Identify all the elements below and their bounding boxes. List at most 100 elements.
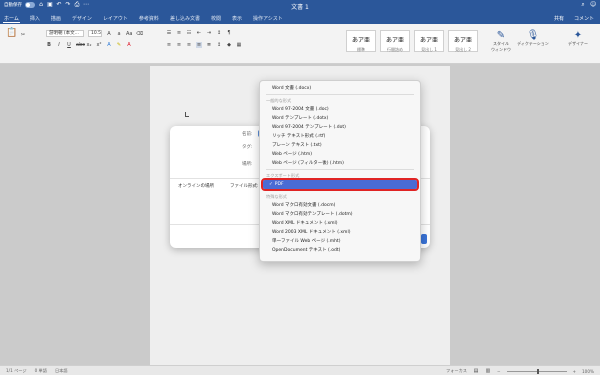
web-layout-icon[interactable]: ▥ — [485, 368, 491, 374]
tab-9[interactable]: 操作アシスト — [252, 15, 284, 23]
style-item[interactable]: あア亜 見出し 2 — [448, 30, 478, 52]
designer-button[interactable]: ✦ デザイナー — [560, 30, 596, 47]
font-size-select[interactable]: 10.5 — [88, 30, 102, 37]
menu-item[interactable]: Word テンプレート (.dotx) — [260, 114, 420, 123]
style-name: 見出し 1 — [421, 47, 437, 52]
style-item[interactable]: あア亜 標準 — [346, 30, 376, 52]
dictation-button[interactable]: 🎙 ディクテーション — [516, 30, 550, 47]
menu-item[interactable]: Word 文書 (.docx) — [260, 84, 420, 93]
align-right-icon[interactable]: ≡ — [186, 42, 192, 48]
menu-section-header: 特殊な形式 — [266, 194, 287, 199]
tab-3[interactable]: デザイン — [71, 15, 93, 23]
menu-item[interactable]: プレーン テキスト (.txt) — [260, 141, 420, 150]
tab-2[interactable]: 描画 — [50, 15, 62, 23]
tab-6[interactable]: 差し込み文書 — [169, 15, 201, 23]
menu-item[interactable]: リッチ テキスト形式 (.rtf) — [260, 132, 420, 141]
language-indicator[interactable]: 日本語 — [55, 368, 68, 374]
menu-item[interactable]: Web ページ (フィルター後) (.htm) — [260, 159, 420, 168]
sort-icon[interactable]: ↕ — [216, 30, 222, 36]
menu-item[interactable]: Word 97-2004 テンプレート (.dot) — [260, 123, 420, 132]
menu-item[interactable]: Word 2003 XML ドキュメント (.xml) — [260, 228, 420, 237]
menu-item[interactable]: Web ページ (.htm) — [260, 150, 420, 159]
grow-font-icon[interactable]: A — [106, 31, 112, 37]
cut-icon[interactable]: ✂ — [20, 32, 26, 38]
style-item[interactable]: あア亜 行間詰め — [380, 30, 410, 52]
superscript-icon[interactable]: x² — [96, 42, 102, 48]
borders-icon[interactable]: ▦ — [236, 42, 242, 48]
status-bar: 1/1 ページ 0 単語 日本語 フォーカス ▤ ▥ − + 100% — [0, 365, 600, 375]
menu-item[interactable]: Word XML ドキュメント (.xml) — [260, 219, 420, 228]
account-icon[interactable]: ☺ — [590, 2, 596, 8]
menu-separator — [266, 190, 414, 191]
decrease-indent-icon[interactable]: ⇤ — [196, 30, 202, 36]
align-center-icon[interactable]: ≡ — [176, 42, 182, 48]
menu-item[interactable]: OpenDocument テキスト (.odt) — [260, 246, 420, 255]
font-name-select[interactable]: 游明朝 (本文... — [46, 30, 84, 37]
strikethrough-icon[interactable]: abc — [76, 42, 85, 48]
menu-section-header: エクスポート形式 — [266, 173, 300, 178]
search-icon[interactable]: ⌕ — [580, 2, 586, 8]
distribute-icon[interactable]: ≣ — [206, 42, 212, 48]
line-spacing-icon[interactable]: ↕ — [216, 42, 222, 48]
title-bar: 自動保存 ⌂ ▣ ↶ ↷ ⎙ ⋯ 文書 1 ⌕ ☺ — [0, 0, 600, 12]
text-effects-icon[interactable]: A — [106, 42, 112, 48]
menu-section-header: 一般的な形式 — [266, 98, 292, 103]
justify-icon[interactable]: ≡ — [196, 42, 202, 48]
underline-icon[interactable]: U — [66, 42, 72, 48]
menu-item[interactable]: 単一ファイル Web ページ (.mht) — [260, 237, 420, 246]
align-left-icon[interactable]: ≡ — [166, 42, 172, 48]
zoom-slider[interactable] — [506, 368, 567, 374]
style-sample: あア亜 — [419, 37, 438, 44]
style-name: 行間詰め — [387, 47, 403, 52]
italic-icon[interactable]: I — [56, 42, 62, 48]
menu-item-selected[interactable]: ✓ PDF — [261, 178, 419, 191]
zoom-in-button[interactable]: + — [573, 369, 577, 374]
file-format-dropdown: Word 文書 (.docx) 一般的な形式 Word 97-2004 文書 (.d… — [259, 80, 421, 262]
change-case-icon[interactable]: Aa — [126, 31, 132, 37]
shading-icon[interactable]: ◆ — [226, 42, 232, 48]
style-item[interactable]: あア亜見出し 1 — [414, 30, 444, 52]
comments-button[interactable]: コメント — [574, 15, 594, 22]
styles-pane-button[interactable]: ✎ スタイル ウィンドウ — [484, 30, 518, 53]
increase-indent-icon[interactable]: ⇥ — [206, 30, 212, 36]
online-locations-button[interactable]: オンラインの場所 — [178, 183, 214, 189]
clear-format-icon[interactable]: ⌫ — [136, 31, 143, 37]
status-left: 1/1 ページ 0 単語 日本語 — [6, 368, 68, 374]
show-marks-icon[interactable]: ¶ — [226, 30, 232, 36]
location-label: 場所: — [242, 162, 253, 167]
bold-icon[interactable]: B — [46, 42, 52, 48]
multilevel-list-icon[interactable]: ☷ — [186, 30, 192, 36]
subscript-icon[interactable]: x₂ — [86, 42, 92, 48]
menu-item[interactable]: Word 97-2004 文書 (.doc) — [260, 105, 420, 114]
menu-item[interactable]: Word マクロ有効テンプレート (.dotm) — [260, 210, 420, 219]
tab-8[interactable]: 表示 — [231, 15, 243, 23]
style-sample: あア亜 — [453, 37, 472, 44]
tab-7[interactable]: 校閲 — [210, 15, 222, 23]
status-right: フォーカス ▤ ▥ − + 100% — [446, 368, 594, 374]
tab-4[interactable]: レイアウト — [102, 15, 129, 23]
font-format-row: B I U abc x₂ x² A ✎ A — [46, 42, 132, 48]
zoom-slider-thumb[interactable] — [536, 368, 539, 374]
save-button[interactable] — [421, 234, 427, 244]
zoom-level[interactable]: 100% — [582, 369, 594, 374]
tab-5[interactable]: 参考資料 — [138, 15, 160, 23]
zoom-out-button[interactable]: − — [497, 369, 501, 374]
shrink-font-icon[interactable]: a — [116, 31, 122, 37]
tabs-right: 共有 コメント — [554, 15, 594, 22]
paste-icon[interactable]: 📋 — [6, 29, 17, 40]
tab-1[interactable]: 挿入 — [29, 15, 41, 23]
designer-icon: ✦ — [573, 30, 583, 41]
numbering-icon[interactable]: ≡ — [176, 30, 182, 36]
highlight-icon[interactable]: ✎ — [116, 42, 122, 48]
share-button[interactable]: 共有 — [554, 15, 564, 22]
styles-pane-icon: ✎ — [496, 30, 506, 41]
ribbon-tabs: ホーム 挿入 描画 デザイン レイアウト 参考資料 差し込み文書 校閲 表示 操作アシスト 共有 … — [0, 12, 600, 24]
menu-item[interactable]: Word マクロ有効文書 (.docm) — [260, 201, 420, 210]
focus-button[interactable]: フォーカス — [446, 368, 467, 374]
print-layout-icon[interactable]: ▤ — [473, 368, 479, 374]
tags-label: タグ: — [242, 145, 253, 150]
font-color-icon[interactable]: A — [126, 42, 132, 48]
bullets-icon[interactable]: ☰ — [166, 30, 172, 36]
tab-0[interactable]: ホーム — [3, 15, 20, 23]
paste-group: 📋 ✂ — [6, 29, 26, 40]
